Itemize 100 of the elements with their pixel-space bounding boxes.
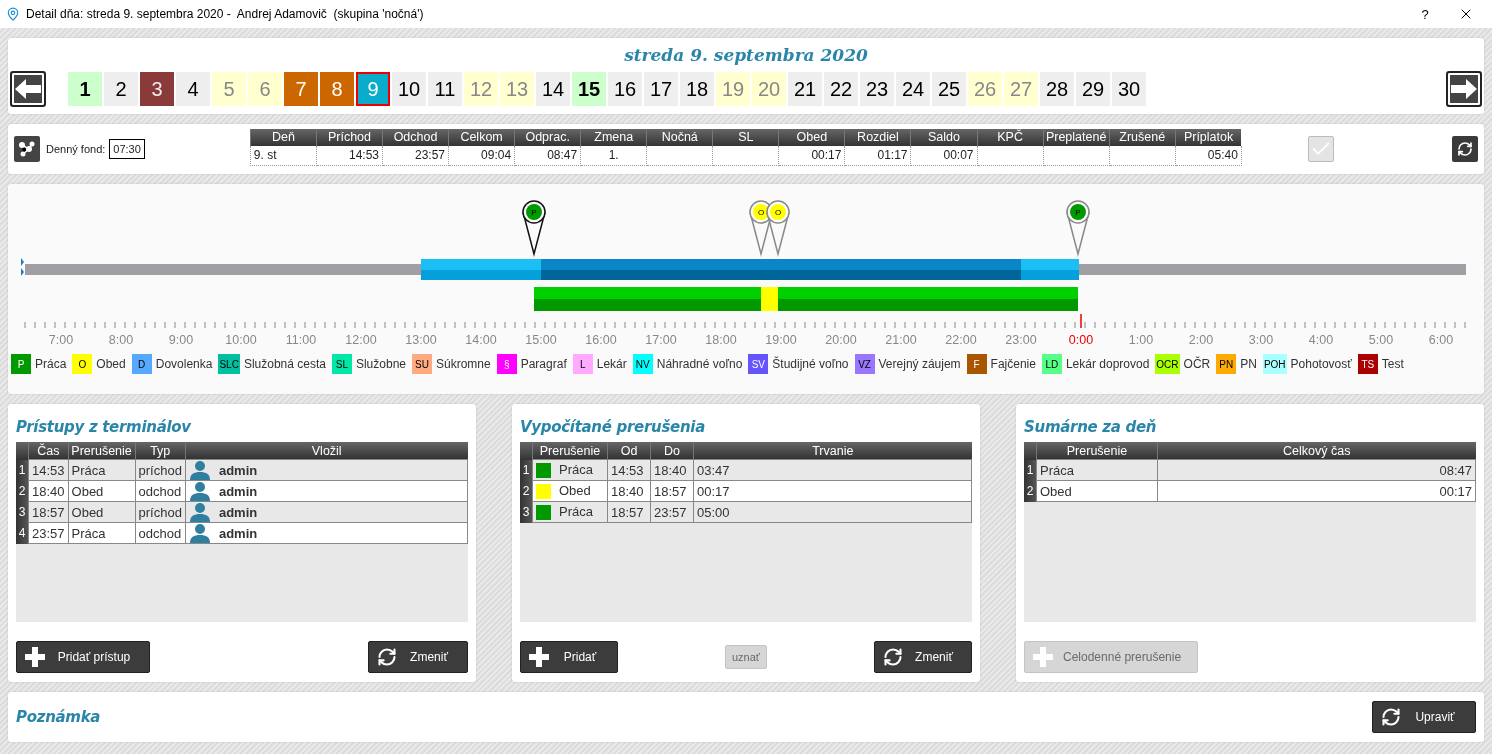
user-name: admin <box>218 525 258 541</box>
location-pin[interactable]: O <box>766 200 790 257</box>
column-header: Obed <box>778 128 845 146</box>
column-header: Deň <box>250 128 317 146</box>
axis-label: 8:00 <box>108 333 134 347</box>
legend-label: Lekár doprovod <box>1065 357 1150 371</box>
table-cell: 23:57 <box>650 501 694 523</box>
range-marker-icon <box>21 258 24 276</box>
legend-label: Verejný záujem <box>878 357 961 371</box>
axis-label: 20:00 <box>825 333 857 347</box>
day-tab[interactable]: 29 <box>1076 72 1110 106</box>
axis-label: 4:00 <box>1308 333 1334 347</box>
refresh-button[interactable] <box>1452 136 1478 162</box>
diagram-button[interactable] <box>14 136 40 162</box>
day-tab[interactable]: 17 <box>644 72 678 106</box>
legend-label: Študijné voľno <box>772 357 849 371</box>
column-header: Prerušenie <box>1036 442 1158 460</box>
location-pin[interactable]: P <box>522 200 546 257</box>
day-tab[interactable]: 7 <box>284 72 318 106</box>
table-cell <box>1109 145 1176 165</box>
column-header: Typ <box>135 442 186 460</box>
column-header: SL <box>712 128 779 146</box>
day-tab[interactable]: 18 <box>680 72 714 106</box>
next-button[interactable] <box>1446 71 1482 107</box>
legend-swatch: PN <box>1216 354 1237 374</box>
table-cell <box>1043 145 1110 165</box>
column-header: Čas <box>28 442 69 460</box>
current-time-tick <box>1080 313 1082 329</box>
table-cell: 08:47 <box>1157 459 1476 481</box>
location-pin[interactable]: P <box>1066 200 1090 257</box>
legend-label: Náhradné voľno <box>656 357 743 371</box>
day-tab[interactable]: 28 <box>1040 72 1074 106</box>
nodes-icon <box>18 140 36 158</box>
table-cell: Obed <box>68 501 136 523</box>
legend-swatch: TS <box>1357 354 1378 374</box>
table-cell: 14:53 <box>28 459 69 481</box>
axis-label: 22:00 <box>945 333 977 347</box>
day-tab[interactable]: 16 <box>608 72 642 106</box>
day-tab[interactable]: 19 <box>716 72 750 106</box>
table-cell: príchod <box>135 501 186 523</box>
table-cell: 18:57 <box>28 501 69 523</box>
previous-button[interactable] <box>10 71 46 107</box>
day-tab[interactable]: 24 <box>896 72 930 106</box>
column-header: Od <box>607 442 651 460</box>
axis-label: 1:00 <box>1128 333 1154 347</box>
add-button[interactable]: Pridať prístup <box>16 641 150 673</box>
legend-swatch: SU <box>412 354 432 374</box>
day-tab[interactable]: 22 <box>824 72 858 106</box>
table-cell: 01:17 <box>844 145 911 165</box>
table-cell: 00:17 <box>778 145 845 165</box>
column-header: Zrušené <box>1109 128 1176 146</box>
legend-label: Práca <box>35 357 67 371</box>
day-tab[interactable]: 1 <box>68 72 102 106</box>
column-header: Saldo <box>911 128 978 146</box>
legend-swatch: D <box>131 354 152 374</box>
axis-label: 6:00 <box>1428 333 1454 347</box>
panel-title: Prístupy z terminálov <box>16 417 192 438</box>
legend-label: Fajčenie <box>990 357 1036 371</box>
day-tab[interactable]: 8 <box>320 72 354 106</box>
axis-label: 0:00 <box>1068 333 1094 347</box>
change-button[interactable]: Zmeniť <box>874 641 972 673</box>
arrow-left-icon <box>15 79 41 99</box>
day-tab[interactable]: 11 <box>428 72 462 106</box>
legend-swatch: § <box>496 354 517 374</box>
change-button[interactable]: Upraviť <box>1372 701 1476 733</box>
day-tab[interactable]: 10 <box>392 72 426 106</box>
legend-swatch: POH <box>1262 354 1287 374</box>
day-tab[interactable]: 14 <box>536 72 570 106</box>
change-button[interactable]: Zmeniť <box>368 641 468 673</box>
table-cell: 23:57 <box>382 145 449 165</box>
table-cell: 14:53 <box>316 145 383 165</box>
day-tab[interactable]: 4 <box>176 72 210 106</box>
axis-label: 5:00 <box>1368 333 1394 347</box>
legend-label: Služobná cesta <box>243 357 326 371</box>
refresh-icon <box>1381 707 1401 727</box>
day-tab[interactable]: 3 <box>140 72 174 106</box>
table-cell: Obed <box>68 480 136 502</box>
day-tab[interactable]: 23 <box>860 72 894 106</box>
day-tab[interactable]: 13 <box>500 72 534 106</box>
column-header: Odchod <box>382 128 449 146</box>
day-tab[interactable]: 2 <box>104 72 138 106</box>
row-number: 1 <box>1024 459 1037 481</box>
row-number: 3 <box>16 501 29 523</box>
help-button[interactable]: ? <box>1410 1 1440 27</box>
day-tab[interactable]: 25 <box>932 72 966 106</box>
day-tab[interactable]: 12 <box>464 72 498 106</box>
axis-label: 12:00 <box>345 333 377 347</box>
day-tab[interactable]: 21 <box>788 72 822 106</box>
day-tab[interactable]: 26 <box>968 72 1002 106</box>
add-button[interactable]: Pridať <box>520 641 618 673</box>
day-tab[interactable]: 15 <box>572 72 606 106</box>
legend-swatch: L <box>572 354 593 374</box>
day-tab[interactable]: 30 <box>1112 72 1146 106</box>
table-cell <box>977 145 1044 165</box>
column-header: Celkom <box>448 128 515 146</box>
axis-label: 15:00 <box>525 333 557 347</box>
legend-swatch: O <box>72 354 93 374</box>
table-cell: 18:40 <box>650 459 694 481</box>
column-header: Trvanie <box>693 442 972 460</box>
legend-swatch: SLC <box>218 354 240 374</box>
